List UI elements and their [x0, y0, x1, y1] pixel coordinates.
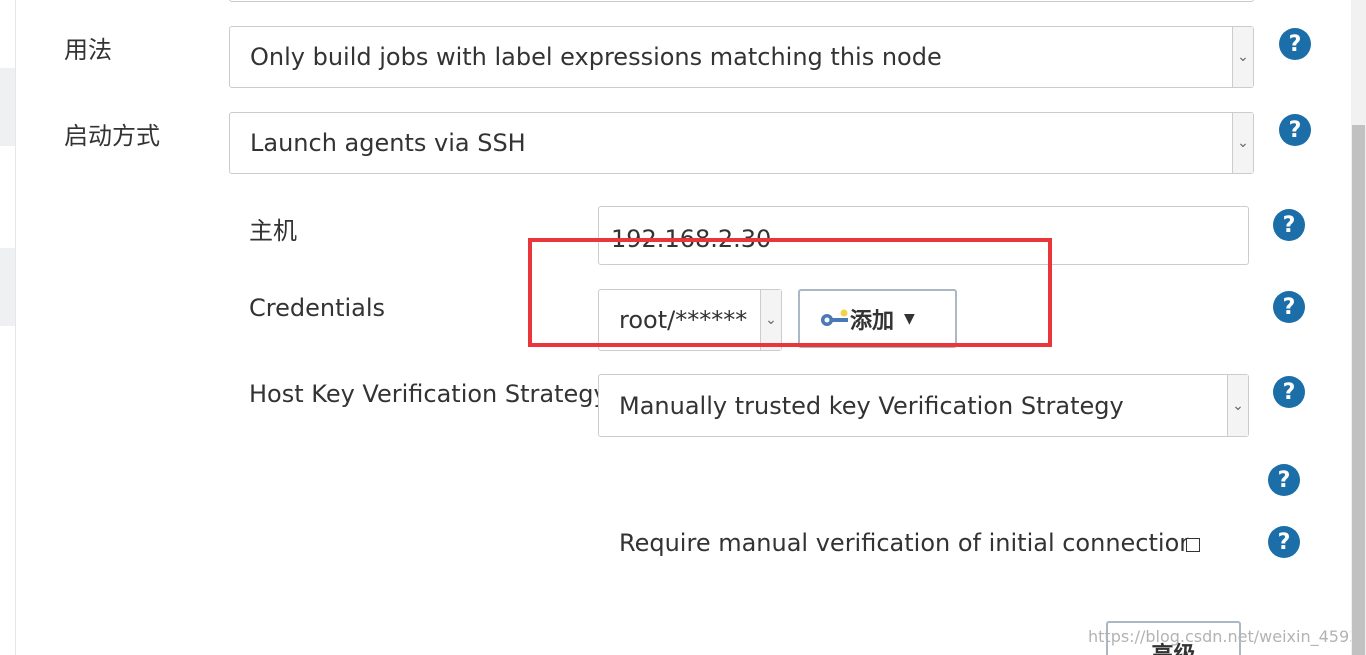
help-icon[interactable]: ? — [1273, 291, 1305, 323]
key-icon — [821, 309, 848, 326]
credentials-label: Credentials — [249, 294, 386, 322]
help-icon[interactable]: ? — [1279, 28, 1311, 60]
add-credentials-button[interactable]: 添加 ▼ — [798, 289, 957, 348]
help-icon[interactable]: ? — [1268, 526, 1300, 558]
caret-down-icon: ▼ — [904, 310, 915, 327]
chevron-down-icon: ⌄ — [760, 290, 781, 350]
help-icon[interactable]: ? — [1273, 209, 1305, 241]
add-credentials-button-label: 添加 — [850, 308, 895, 334]
host-key-strategy-label: Host Key Verification Strategy — [249, 380, 608, 408]
chevron-down-icon: ⌄ — [1232, 113, 1253, 173]
usage-label: 用法 — [64, 36, 112, 64]
scrollbar-thumb[interactable] — [1352, 125, 1365, 655]
help-icon[interactable]: ? — [1273, 376, 1305, 408]
sidebar-block — [0, 248, 15, 326]
usage-select[interactable]: Only build jobs with label expressions m… — [229, 26, 1254, 88]
credentials-select[interactable]: root/****** ⌄ — [598, 289, 782, 351]
host-label: 主机 — [249, 217, 297, 245]
chevron-down-icon: ⌄ — [1227, 375, 1248, 436]
require-manual-verification-checkbox[interactable] — [1186, 538, 1200, 552]
usage-select-value: Only build jobs with label expressions m… — [250, 43, 942, 71]
left-sidebar-strip — [0, 0, 16, 655]
host-key-strategy-select[interactable]: Manually trusted key Verification Strate… — [598, 374, 1249, 437]
help-icon[interactable]: ? — [1268, 464, 1300, 496]
chevron-down-icon: ⌄ — [1232, 27, 1253, 87]
vertical-scrollbar[interactable] — [1351, 0, 1366, 655]
host-key-strategy-select-value: Manually trusted key Verification Strate… — [619, 391, 1124, 420]
watermark-text: https://blog.csdn.net/weixin_45936641 — [1088, 627, 1366, 646]
sidebar-block — [0, 68, 15, 146]
launch-method-select[interactable]: Launch agents via SSH ⌄ — [229, 112, 1254, 174]
help-icon[interactable]: ? — [1279, 114, 1311, 146]
require-manual-verification-label: Require manual verification of initial c… — [619, 529, 1195, 557]
host-input[interactable]: 192.168.2.30 — [598, 206, 1249, 265]
host-input-value: 192.168.2.30 — [611, 225, 772, 253]
credentials-select-value: root/****** — [619, 306, 748, 334]
launch-method-label: 启动方式 — [64, 122, 160, 150]
launch-method-select-value: Launch agents via SSH — [250, 129, 526, 157]
jenkins-node-config-page: 用法 Only build jobs with label expression… — [0, 0, 1366, 655]
previous-field-partial[interactable] — [229, 0, 1254, 2]
